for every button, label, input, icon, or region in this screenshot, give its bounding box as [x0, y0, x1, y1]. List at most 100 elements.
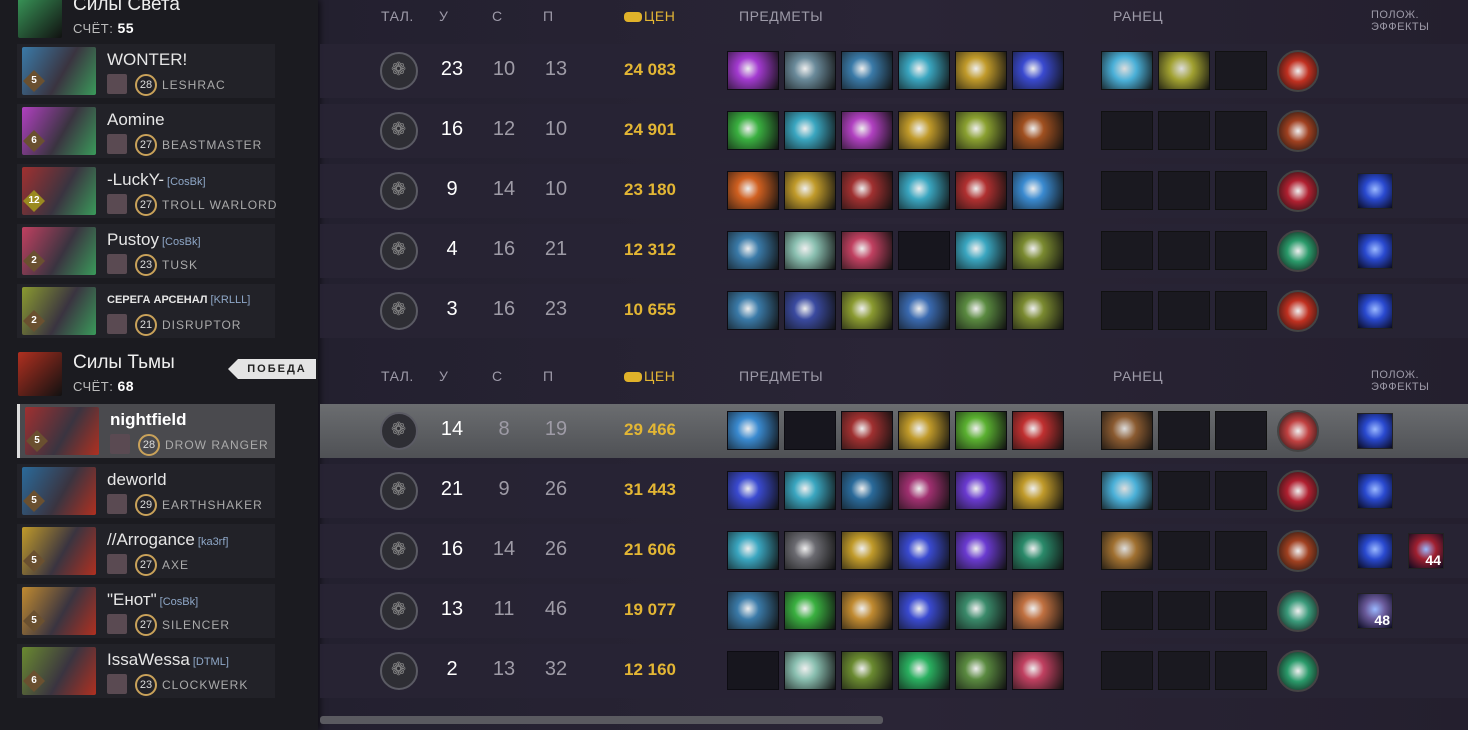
- item-icon[interactable]: [1012, 531, 1064, 570]
- item-icon[interactable]: [898, 651, 950, 690]
- item-icon[interactable]: [955, 651, 1007, 690]
- backpack-item-icon[interactable]: [1101, 531, 1153, 570]
- buff-icon: [1357, 173, 1393, 209]
- item-icon[interactable]: [784, 291, 836, 330]
- item-icon[interactable]: [727, 291, 779, 330]
- item-icon[interactable]: [1012, 171, 1064, 210]
- talent-tree-icon[interactable]: [380, 412, 418, 450]
- item-icon[interactable]: [955, 51, 1007, 90]
- item-icon[interactable]: [784, 591, 836, 630]
- item-icon[interactable]: [841, 291, 893, 330]
- stats-row: 21 9 26 31 443: [320, 464, 1468, 518]
- item-icon[interactable]: [841, 171, 893, 210]
- item-icon[interactable]: [955, 531, 1007, 570]
- item-icon[interactable]: [898, 111, 950, 150]
- player-card[interactable]: 6 IssaWessa [DTML] 23 CLOCKWERK: [17, 644, 275, 698]
- horizontal-scrollbar[interactable]: [320, 716, 883, 724]
- neutral-item-icon[interactable]: [1277, 650, 1319, 692]
- neutral-item-icon[interactable]: [1277, 170, 1319, 212]
- neutral-item-icon[interactable]: [1277, 410, 1319, 452]
- talent-tree-icon[interactable]: [380, 532, 418, 570]
- player-card[interactable]: 5 nightfield 28 DROW RANGER: [17, 404, 275, 458]
- header-kills: У: [439, 8, 449, 24]
- item-icon[interactable]: [955, 171, 1007, 210]
- neutral-item-icon[interactable]: [1277, 530, 1319, 572]
- talent-tree-icon[interactable]: [380, 52, 418, 90]
- talent-tree-icon[interactable]: [380, 472, 418, 510]
- item-icon[interactable]: [898, 411, 950, 450]
- empty-backpack-slot: [1215, 231, 1267, 270]
- item-icon[interactable]: [898, 531, 950, 570]
- item-icon[interactable]: [1012, 291, 1064, 330]
- talent-tree-icon[interactable]: [380, 232, 418, 270]
- neutral-item-icon[interactable]: [1277, 290, 1319, 332]
- item-icon[interactable]: [727, 231, 779, 270]
- header-items: ПРЕДМЕТЫ: [739, 368, 824, 384]
- player-card[interactable]: 5 "Енот" [CosBk] 27 SILENCER: [17, 584, 275, 638]
- item-icon[interactable]: [955, 231, 1007, 270]
- item-icon[interactable]: [955, 411, 1007, 450]
- player-card[interactable]: 12 -LuckY- [CosBk] 27 TROLL WARLORD: [17, 164, 276, 218]
- player-card[interactable]: 5 WONTER! 28 LESHRAC: [17, 44, 275, 98]
- player-card[interactable]: 5 deworld 29 EARTHSHAKER: [17, 464, 275, 518]
- item-icon[interactable]: [841, 471, 893, 510]
- item-icon[interactable]: [727, 591, 779, 630]
- item-icon[interactable]: [841, 111, 893, 150]
- item-icon[interactable]: [841, 231, 893, 270]
- item-icon[interactable]: [898, 51, 950, 90]
- item-icon[interactable]: [1012, 471, 1064, 510]
- neutral-item-icon[interactable]: [1277, 230, 1319, 272]
- neutral-item-icon[interactable]: [1277, 590, 1319, 632]
- item-icon[interactable]: [955, 291, 1007, 330]
- item-icon[interactable]: [955, 591, 1007, 630]
- item-icon[interactable]: [784, 531, 836, 570]
- player-card[interactable]: 6 Aomine 27 BEASTMASTER: [17, 104, 275, 158]
- item-icon[interactable]: [1012, 51, 1064, 90]
- item-icon[interactable]: [727, 51, 779, 90]
- item-icon[interactable]: [727, 111, 779, 150]
- item-icon[interactable]: [1012, 651, 1064, 690]
- item-icon[interactable]: [1012, 111, 1064, 150]
- item-icon[interactable]: [784, 111, 836, 150]
- item-icon[interactable]: [898, 591, 950, 630]
- backpack-item-icon[interactable]: [1101, 411, 1153, 450]
- talent-tree-icon[interactable]: [380, 592, 418, 630]
- item-icon[interactable]: [898, 471, 950, 510]
- stats-row: 16 12 10 24 901: [320, 104, 1468, 158]
- item-icon[interactable]: [955, 111, 1007, 150]
- item-icon[interactable]: [784, 471, 836, 510]
- talent-tree-icon[interactable]: [380, 172, 418, 210]
- talent-tree-icon[interactable]: [380, 652, 418, 690]
- item-icon[interactable]: [1012, 231, 1064, 270]
- item-icon[interactable]: [727, 471, 779, 510]
- item-icon[interactable]: [1012, 411, 1064, 450]
- talent-tree-icon[interactable]: [380, 112, 418, 150]
- item-icon[interactable]: [784, 231, 836, 270]
- item-icon[interactable]: [841, 51, 893, 90]
- item-icon[interactable]: [841, 411, 893, 450]
- item-icon[interactable]: [784, 651, 836, 690]
- item-icon[interactable]: [784, 51, 836, 90]
- player-card[interactable]: 5//Arrogance [ka3rf] 27 AXE: [17, 524, 275, 578]
- item-icon[interactable]: [841, 531, 893, 570]
- neutral-item-icon[interactable]: [1277, 110, 1319, 152]
- item-icon[interactable]: [784, 171, 836, 210]
- backpack-item-icon[interactable]: [1101, 51, 1153, 90]
- empty-backpack-slot: [1215, 471, 1267, 510]
- item-icon[interactable]: [727, 411, 779, 450]
- item-icon[interactable]: [898, 171, 950, 210]
- item-icon[interactable]: [898, 291, 950, 330]
- item-icon[interactable]: [727, 531, 779, 570]
- player-card[interactable]: 2 СЕРЕГА АРСЕНАЛ [KRLLL] 21 DISRUPTOR: [17, 284, 275, 338]
- item-icon[interactable]: [841, 591, 893, 630]
- neutral-item-icon[interactable]: [1277, 470, 1319, 512]
- backpack-item-icon[interactable]: [1101, 471, 1153, 510]
- player-card[interactable]: 2 Pustoy [CosBk] 23 TUSK: [17, 224, 275, 278]
- talent-tree-icon[interactable]: [380, 292, 418, 330]
- item-icon[interactable]: [841, 651, 893, 690]
- item-icon[interactable]: [727, 171, 779, 210]
- neutral-item-icon[interactable]: [1277, 50, 1319, 92]
- item-icon[interactable]: [955, 471, 1007, 510]
- backpack-item-icon[interactable]: [1158, 51, 1210, 90]
- item-icon[interactable]: [1012, 591, 1064, 630]
